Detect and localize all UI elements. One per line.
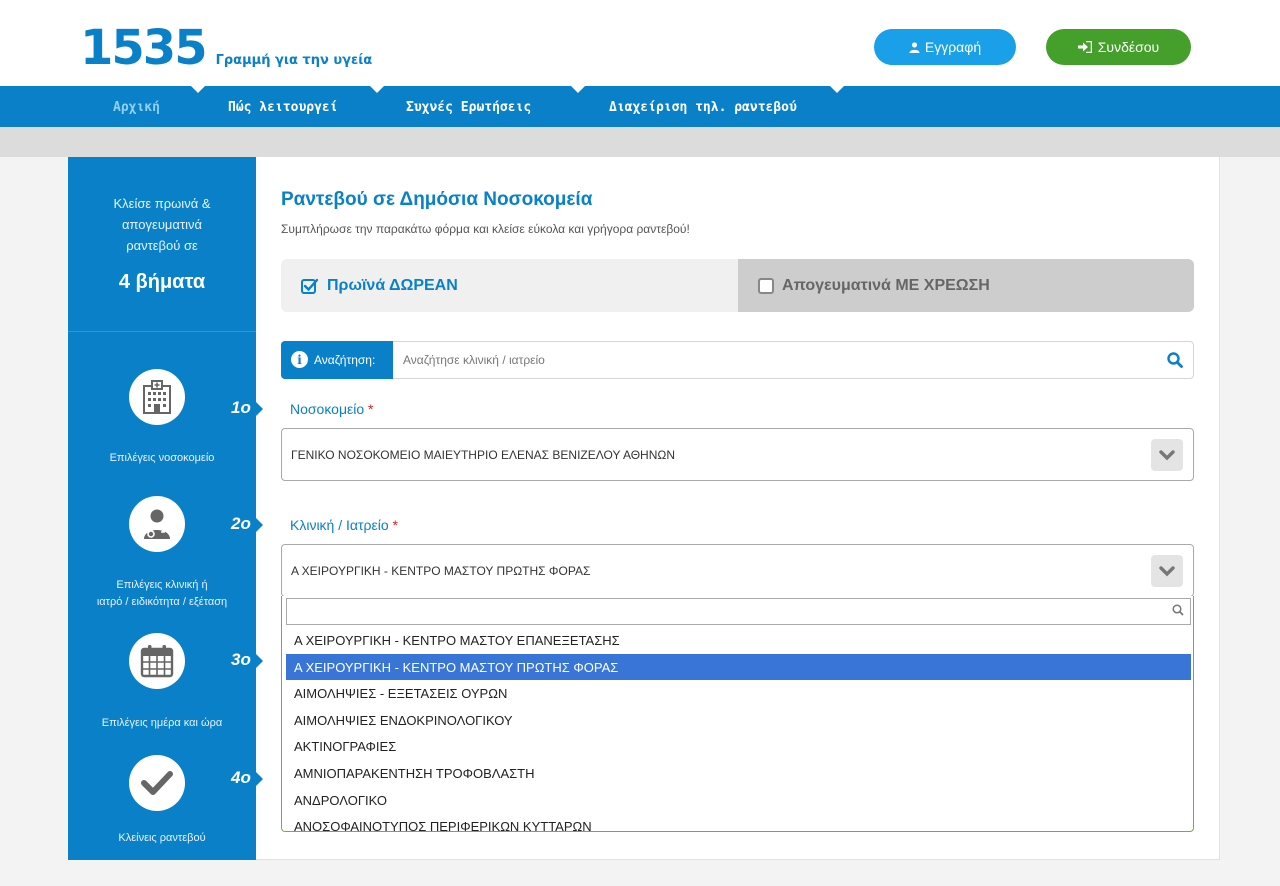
dropdown-option[interactable]: ΑΝΟΣΟΦΑΙΝΟΤΥΠΟΣ ΠΕΡΙΦΕΡΙΚΩΝ ΚΥΤΤΑΡΩΝ bbox=[286, 813, 1191, 831]
page-subtitle: Συμπλήρωσε την παρακάτω φόρμα και κλείσε… bbox=[281, 222, 690, 236]
clinic-select[interactable]: Α ΧΕΙΡΟΥΡΓΙΚΗ - ΚΕΝΤΡΟ ΜΑΣΤΟΥ ΠΡΩΤΗΣ ΦΟΡ… bbox=[281, 544, 1194, 597]
info-icon: i bbox=[291, 351, 308, 368]
sidebar-intro-line: ραντεβού σε bbox=[126, 238, 198, 253]
doctor-icon bbox=[144, 509, 170, 539]
site-header: 1535 Γραμμή για την υγεία Εγγραφή Συνδέσ… bbox=[0, 0, 1280, 86]
step-4-number: 4ο bbox=[231, 768, 251, 787]
step-1-pointer bbox=[254, 400, 263, 418]
tab-morning-free-label: Πρωϊνά ΔΩΡΕΑΝ bbox=[327, 276, 458, 294]
tab-afternoon-paid[interactable]: Απογευματινά ΜΕ ΧΡΕΩΣΗ bbox=[738, 259, 1194, 312]
step-1-circle bbox=[129, 369, 185, 425]
step-4-label: Κλείνεις ραντεβού bbox=[68, 830, 256, 847]
step-3-label: Επιλέγεις ημέρα και ώρα bbox=[68, 715, 256, 732]
login-button[interactable]: Συνδέσου bbox=[1046, 29, 1191, 65]
nav-item-home[interactable]: Αρχική bbox=[113, 86, 160, 127]
dropdown-option[interactable]: ΑΝΔΡΟΛΟΓΙΚΟ bbox=[286, 787, 1191, 814]
clinic-field-label: Κλινική / Ιατρείο * bbox=[290, 517, 398, 533]
step-label-line: Επιλέγεις ημέρα και ώρα bbox=[101, 717, 223, 729]
dropdown-option[interactable]: Α ΧΕΙΡΟΥΡΓΙΚΗ - ΚΕΝΤΡΟ ΜΑΣΤΟΥ ΠΡΩΤΗΣ ΦΟΡ… bbox=[286, 653, 1191, 681]
checked-checkbox-icon bbox=[301, 278, 319, 294]
step-1-number: 1ο bbox=[231, 398, 251, 417]
hospital-field-label: Νοσοκομείο * bbox=[290, 401, 374, 417]
dropdown-options-list: Α ΧΕΙΡΟΥΡΓΙΚΗ - ΚΕΝΤΡΟ ΜΑΣΤΟΥ ΕΠΑΝΕΞΕΤΑΣ… bbox=[286, 627, 1191, 831]
steps-sidebar: Κλείσε πρωινά & απογευματινά ραντεβού σε… bbox=[68, 157, 263, 860]
dropdown-option[interactable]: ΑΙΜΟΛΗΨΙΕΣ ΕΝΔΟΚΡΙΝΟΛΟΓΙΚΟΥ bbox=[286, 707, 1191, 734]
logo-tagline: Γραμμή για την υγεία bbox=[215, 53, 373, 68]
nav-separator bbox=[570, 85, 586, 93]
clinic-search-input[interactable] bbox=[393, 342, 1157, 378]
search-label-box: i Αναζήτηση: bbox=[281, 340, 393, 379]
check-icon bbox=[141, 771, 173, 795]
step-2-label: Επιλέγεις κλινική ή ιατρό / ειδικότητα /… bbox=[68, 577, 256, 611]
sidebar-intro-line: Κλείσε πρωινά & bbox=[113, 196, 211, 211]
step-4-circle bbox=[129, 755, 185, 811]
step-2-pointer bbox=[254, 516, 263, 534]
nav-item-how-it-works[interactable]: Πώς λειτουργεί bbox=[228, 86, 338, 127]
nav-separator bbox=[369, 85, 385, 93]
dropdown-search-box bbox=[286, 598, 1191, 625]
sidebar-steps-title: 4 βήματα bbox=[118, 271, 206, 293]
sidebar-divider bbox=[68, 331, 256, 332]
search-icon bbox=[1167, 352, 1183, 368]
page-banner-strip bbox=[0, 127, 1280, 157]
tab-afternoon-paid-label: Απογευματινά ΜΕ ΧΡΕΩΣΗ bbox=[782, 276, 990, 294]
nav-separator bbox=[829, 85, 845, 93]
sign-in-icon bbox=[1077, 41, 1092, 53]
sidebar-intro: Κλείσε πρωινά & απογευματινά ραντεβού σε bbox=[68, 193, 256, 256]
clinic-label-text: Κλινική / Ιατρείο bbox=[290, 517, 389, 533]
logo-number: 1535 bbox=[80, 20, 208, 76]
main-nav: Αρχική Πώς λειτουργεί Συχνές Ερωτήσεις Δ… bbox=[0, 85, 1280, 127]
search-icon bbox=[1172, 604, 1184, 616]
hospital-select-toggle[interactable] bbox=[1151, 439, 1183, 471]
dropdown-search-input[interactable] bbox=[287, 599, 1167, 624]
register-button[interactable]: Εγγραφή bbox=[874, 29, 1016, 65]
page-title: Ραντεβού σε Δημόσια Νοσοκομεία bbox=[281, 189, 593, 210]
step-4-pointer bbox=[254, 770, 263, 788]
dropdown-option[interactable]: Α ΧΕΙΡΟΥΡΓΙΚΗ - ΚΕΝΤΡΟ ΜΑΣΤΟΥ ΕΠΑΝΕΞΕΤΑΣ… bbox=[286, 627, 1191, 654]
nav-separator bbox=[190, 85, 206, 93]
hospital-select-value: ΓΕΝΙΚΟ ΝΟΣΟΚΟΜΕΙΟ ΜΑΙΕΥΤΗΡΙΟ ΕΛΕΝΑΣ ΒΕΝΙ… bbox=[291, 447, 675, 462]
step-label-line: Κλείνεις ραντεβού bbox=[118, 832, 206, 844]
login-label: Συνδέσου bbox=[1097, 39, 1160, 55]
chevron-down-icon bbox=[1159, 449, 1175, 460]
clinic-search-bar: i Αναζήτηση: bbox=[281, 340, 1194, 379]
step-label-line: ιατρό / ειδικότητα / εξέταση bbox=[96, 596, 228, 608]
sidebar-intro-line: απογευματινά bbox=[122, 217, 202, 232]
nav-item-manage-appointments[interactable]: Διαχείριση τηλ. ραντεβού bbox=[609, 86, 797, 127]
step-label-line: Επιλέγεις νοσοκομείο bbox=[109, 452, 215, 464]
tab-morning-free[interactable]: Πρωϊνά ΔΩΡΕΑΝ bbox=[281, 259, 738, 312]
clinic-select-toggle[interactable] bbox=[1151, 555, 1183, 587]
step-3-pointer bbox=[254, 652, 263, 670]
hospital-label-text: Νοσοκομείο bbox=[290, 401, 365, 417]
nav-item-faq[interactable]: Συχνές Ερωτήσεις bbox=[406, 86, 531, 127]
step-1-label: Επιλέγεις νοσοκομείο bbox=[68, 450, 256, 467]
dropdown-option[interactable]: ΑΙΜΟΛΗΨΙΕΣ - ΕΞΕΤΑΣΕΙΣ ΟΥΡΩΝ bbox=[286, 680, 1191, 707]
step-3-circle bbox=[129, 633, 185, 689]
shift-tabs: Πρωϊνά ΔΩΡΕΑΝ Απογευματινά ΜΕ ΧΡΕΩΣΗ bbox=[281, 259, 1194, 312]
register-label: Εγγραφή bbox=[924, 39, 982, 55]
unchecked-checkbox-icon bbox=[758, 277, 774, 294]
step-3-number: 3ο bbox=[231, 650, 251, 669]
hospital-select[interactable]: ΓΕΝΙΚΟ ΝΟΣΟΚΟΜΕΙΟ ΜΑΙΕΥΤΗΡΙΟ ΕΛΕΝΑΣ ΒΕΝΙ… bbox=[281, 428, 1194, 481]
step-2-circle bbox=[129, 496, 185, 552]
search-button[interactable] bbox=[1157, 342, 1193, 378]
step-2-number: 2ο bbox=[231, 514, 251, 533]
step-label-line: Επιλέγεις κλινική ή bbox=[116, 579, 208, 591]
site-logo[interactable]: 1535 Γραμμή για την υγεία bbox=[80, 20, 372, 76]
required-mark: * bbox=[368, 401, 374, 417]
clinic-select-value: Α ΧΕΙΡΟΥΡΓΙΚΗ - ΚΕΝΤΡΟ ΜΑΣΤΟΥ ΠΡΩΤΗΣ ΦΟΡ… bbox=[291, 563, 591, 578]
required-mark: * bbox=[392, 517, 398, 533]
calendar-icon bbox=[140, 645, 174, 678]
user-icon bbox=[909, 41, 920, 53]
clinic-dropdown: Α ΧΕΙΡΟΥΡΓΙΚΗ - ΚΕΝΤΡΟ ΜΑΣΤΟΥ ΕΠΑΝΕΞΕΤΑΣ… bbox=[281, 596, 1194, 832]
dropdown-option[interactable]: ΑΚΤΙΝΟΓΡΑΦΙΕΣ bbox=[286, 733, 1191, 760]
hospital-icon bbox=[143, 380, 171, 414]
chevron-down-icon bbox=[1159, 565, 1175, 576]
search-label: Αναζήτηση: bbox=[314, 352, 376, 367]
dropdown-option[interactable]: ΑΜΝΙΟΠΑΡΑΚΕΝΤΗΣΗ ΤΡΟΦΟΒΛΑΣΤΗ bbox=[286, 760, 1191, 787]
